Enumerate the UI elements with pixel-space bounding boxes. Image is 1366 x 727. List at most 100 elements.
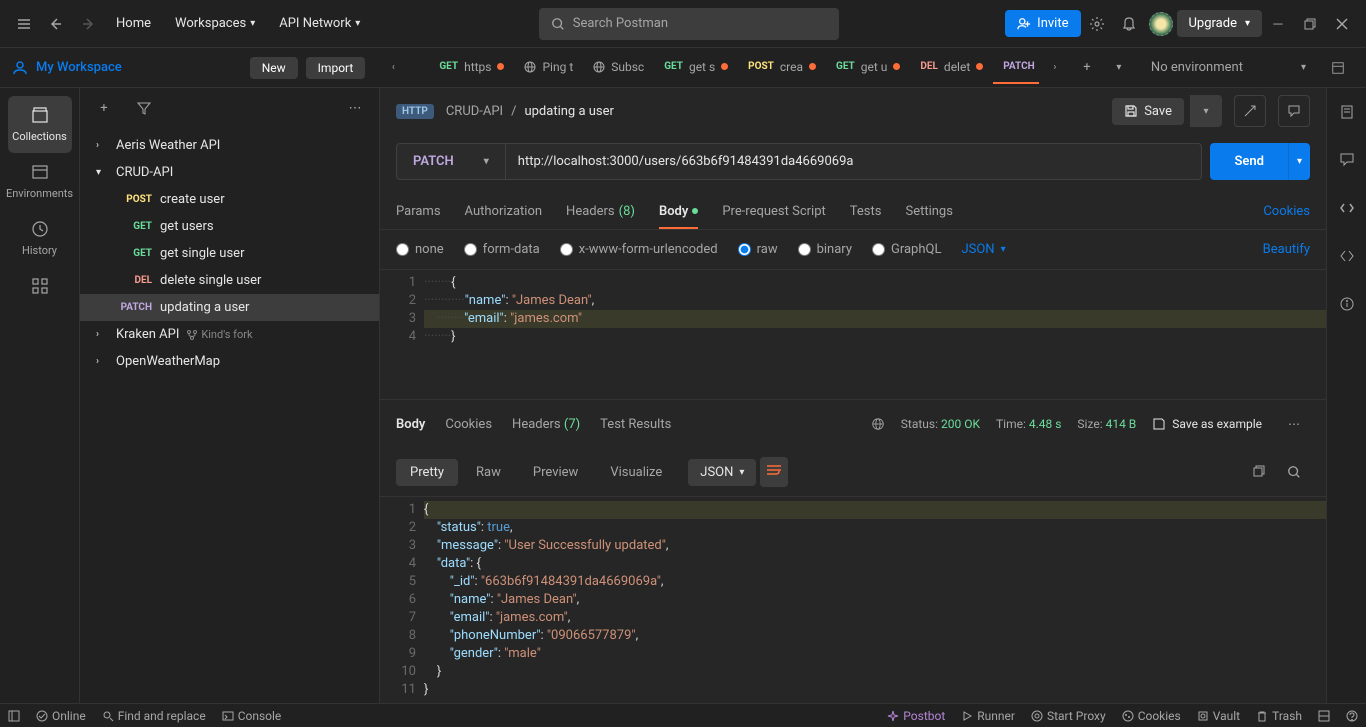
- nav-api-network[interactable]: API Network▾: [267, 8, 372, 39]
- footer-trash[interactable]: Trash: [1256, 709, 1302, 723]
- tab-tests[interactable]: Tests: [850, 196, 882, 229]
- tab[interactable]: PATCHup.: [993, 52, 1039, 84]
- settings-icon[interactable]: [1081, 8, 1113, 40]
- tab-headers[interactable]: Headers(8): [566, 196, 635, 229]
- collection-item[interactable]: ›Kraken APIKind's fork: [80, 321, 379, 348]
- footer-online[interactable]: Online: [36, 709, 86, 723]
- sidebar-add-button[interactable]: +: [88, 92, 120, 124]
- collection-item[interactable]: ▾CRUD-API: [80, 159, 379, 186]
- tab-settings[interactable]: Settings: [905, 196, 952, 229]
- body-type-none[interactable]: none: [396, 242, 444, 257]
- copy-response-button[interactable]: [1242, 456, 1274, 488]
- tab-params[interactable]: Params: [396, 196, 441, 229]
- new-tab-button[interactable]: +: [1071, 52, 1103, 84]
- tab-scroll-left[interactable]: ‹: [377, 52, 409, 84]
- response-more[interactable]: ⋯: [1278, 408, 1310, 440]
- menu-icon[interactable]: [8, 8, 40, 40]
- sidebar-filter-button[interactable]: [128, 92, 160, 124]
- breadcrumb-parent[interactable]: CRUD-API: [446, 104, 503, 119]
- footer-proxy[interactable]: Start Proxy: [1031, 709, 1106, 723]
- footer-sidebar-toggle[interactable]: [8, 710, 20, 722]
- body-format-dropdown[interactable]: JSON▾: [961, 242, 1005, 257]
- rail-more[interactable]: [8, 267, 72, 305]
- documentation-icon[interactable]: [1331, 96, 1363, 128]
- back-icon[interactable]: [40, 8, 72, 40]
- response-tab-headers[interactable]: Headers (7): [512, 417, 580, 432]
- new-button[interactable]: New: [250, 57, 298, 79]
- url-input[interactable]: [506, 143, 1203, 180]
- rail-environments[interactable]: Environments: [8, 153, 72, 210]
- environment-selector[interactable]: No environment▾: [1135, 52, 1322, 83]
- body-type-urlencoded[interactable]: x-www-form-urlencoded: [560, 242, 718, 257]
- share-button[interactable]: [1234, 95, 1266, 127]
- footer-vault[interactable]: Vault: [1197, 709, 1240, 723]
- import-button[interactable]: Import: [306, 57, 366, 79]
- tab[interactable]: Subsc: [583, 52, 654, 84]
- tab[interactable]: Ping t: [514, 52, 583, 84]
- body-type-graphql[interactable]: GraphQL: [872, 242, 941, 257]
- view-pretty[interactable]: Pretty: [396, 459, 458, 486]
- footer-runner[interactable]: Runner: [961, 709, 1015, 723]
- footer-console[interactable]: Console: [222, 709, 282, 723]
- response-tab-cookies[interactable]: Cookies: [445, 417, 492, 432]
- tab[interactable]: DELdelet: [910, 52, 993, 84]
- related-panel-icon[interactable]: [1331, 240, 1363, 272]
- close-icon[interactable]: [1326, 8, 1358, 40]
- forward-icon[interactable]: [72, 8, 104, 40]
- tab[interactable]: GETget s: [654, 52, 738, 84]
- info-panel-icon[interactable]: [1331, 288, 1363, 320]
- sidebar-options[interactable]: ⋯: [339, 92, 371, 124]
- line-wrap-button[interactable]: [760, 457, 788, 487]
- comments-panel-icon[interactable]: [1331, 144, 1363, 176]
- maximize-icon[interactable]: [1294, 8, 1326, 40]
- request-item[interactable]: DELdelete single user: [80, 267, 379, 294]
- request-item[interactable]: PATCHupdating a user: [80, 294, 379, 321]
- send-button[interactable]: Send: [1210, 143, 1288, 180]
- rail-history[interactable]: History: [8, 210, 72, 267]
- workspace-name[interactable]: My Workspace: [12, 60, 122, 76]
- request-code[interactable]: ········{ ············"name": "James Dea…: [424, 270, 1326, 359]
- tab[interactable]: GETget u: [826, 52, 910, 84]
- nav-home[interactable]: Home: [104, 8, 163, 39]
- response-code[interactable]: { "status": true, "message": "User Succe…: [424, 497, 1326, 703]
- collection-item[interactable]: ›Aeris Weather API: [80, 132, 379, 159]
- response-tab-body[interactable]: Body: [396, 417, 425, 432]
- footer-postbot[interactable]: Postbot: [887, 709, 945, 723]
- avatar[interactable]: [1145, 8, 1177, 40]
- beautify-button[interactable]: Beautify: [1263, 242, 1310, 257]
- tab-scroll-right[interactable]: ›: [1039, 52, 1071, 84]
- code-panel-icon[interactable]: [1331, 192, 1363, 224]
- minimize-icon[interactable]: ─: [1262, 8, 1294, 40]
- save-button[interactable]: Save: [1112, 98, 1184, 125]
- view-preview[interactable]: Preview: [519, 459, 592, 486]
- nav-workspaces[interactable]: Workspaces▾: [163, 8, 267, 39]
- tab-body[interactable]: Body: [659, 196, 698, 229]
- body-type-raw[interactable]: raw: [738, 242, 778, 257]
- tab-prerequest[interactable]: Pre-request Script: [722, 196, 825, 229]
- footer-find[interactable]: Find and replace: [102, 709, 206, 723]
- send-dropdown[interactable]: ▾: [1288, 143, 1310, 180]
- search-input[interactable]: Search Postman: [539, 8, 839, 40]
- view-visualize[interactable]: Visualize: [596, 459, 676, 486]
- invite-button[interactable]: Invite: [1005, 10, 1080, 37]
- request-body-editor[interactable]: 1234 ········{ ············"name": "Jame…: [380, 269, 1326, 359]
- cookies-link[interactable]: Cookies: [1263, 196, 1310, 229]
- env-quick-look-icon[interactable]: [1322, 52, 1354, 84]
- body-type-binary[interactable]: binary: [798, 242, 852, 257]
- view-raw[interactable]: Raw: [462, 459, 515, 486]
- save-dropdown[interactable]: ▾: [1190, 95, 1222, 127]
- response-tab-tests[interactable]: Test Results: [600, 417, 671, 432]
- footer-layout-toggle[interactable]: [1318, 710, 1330, 722]
- method-selector[interactable]: PATCH▾: [396, 143, 506, 180]
- body-type-formdata[interactable]: form-data: [464, 242, 540, 257]
- tab-options[interactable]: ▾: [1103, 52, 1135, 84]
- search-response-button[interactable]: [1278, 456, 1310, 488]
- response-body-editor[interactable]: 1234567891011 { "status": true, "message…: [380, 496, 1326, 703]
- request-item[interactable]: GETget single user: [80, 240, 379, 267]
- footer-help[interactable]: [1346, 710, 1358, 722]
- tab[interactable]: GEThttps: [429, 52, 514, 84]
- request-item[interactable]: POSTcreate user: [80, 186, 379, 213]
- comments-button[interactable]: [1278, 95, 1310, 127]
- rail-collections[interactable]: Collections: [8, 96, 72, 153]
- footer-cookies[interactable]: Cookies: [1122, 709, 1181, 723]
